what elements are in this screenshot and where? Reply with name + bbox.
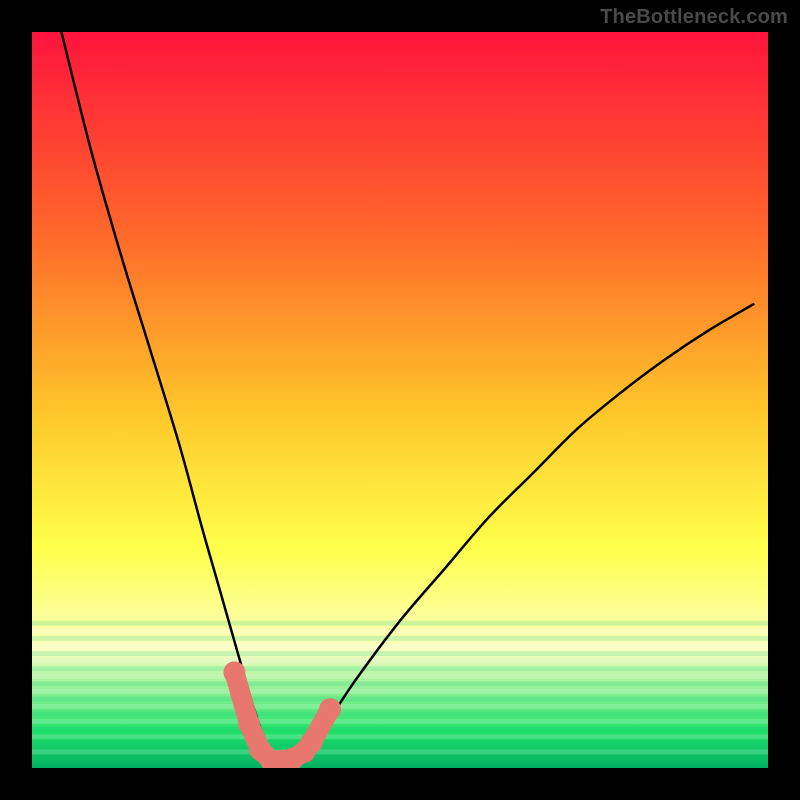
marker-dot xyxy=(319,698,341,720)
stripe xyxy=(32,659,768,664)
stripe xyxy=(32,749,768,754)
stripe xyxy=(32,719,768,724)
chart-frame: TheBottleneck.com xyxy=(0,0,800,800)
stripe xyxy=(32,727,768,732)
gradient-background xyxy=(32,32,768,768)
stripe xyxy=(32,696,768,701)
marker-dot xyxy=(301,731,323,753)
stripe xyxy=(32,666,768,671)
stripe xyxy=(32,704,768,709)
stripe xyxy=(32,674,768,679)
plot-area xyxy=(32,32,768,768)
stripe xyxy=(32,628,768,633)
marker-dot xyxy=(238,713,260,735)
stripe xyxy=(32,636,768,641)
stripe xyxy=(32,681,768,686)
stripe xyxy=(32,742,768,747)
stripe xyxy=(32,689,768,694)
stripe xyxy=(32,712,768,717)
stripe xyxy=(32,651,768,656)
watermark-text: TheBottleneck.com xyxy=(600,6,788,29)
stripe xyxy=(32,644,768,649)
marker-dot xyxy=(223,661,245,683)
stripe xyxy=(32,734,768,739)
chart-svg xyxy=(32,32,768,768)
